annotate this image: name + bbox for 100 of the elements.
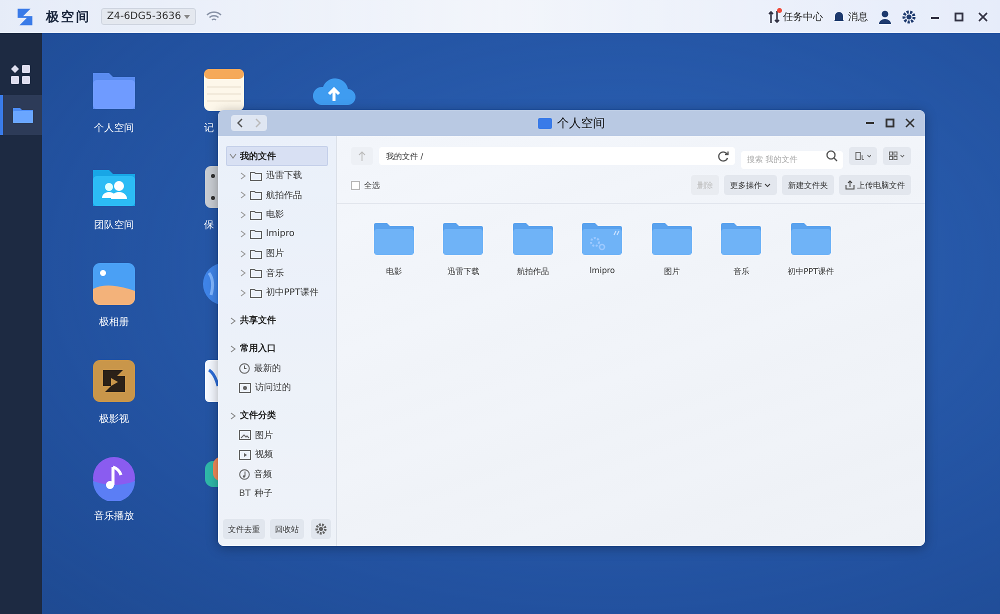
- sidebar-item[interactable]: 电影: [226, 205, 328, 224]
- app-name: 极空间: [46, 8, 91, 26]
- user-icon[interactable]: [878, 10, 892, 24]
- chevron-icon: [230, 412, 236, 420]
- chevron-right-icon: [254, 118, 262, 128]
- folder-icon: [12, 106, 34, 124]
- toolbar-button[interactable]: 新建文件夹: [782, 175, 834, 195]
- chevron-icon: [240, 269, 246, 278]
- search-icon[interactable]: [826, 150, 838, 162]
- chevron-icon: [240, 288, 246, 297]
- sidebar-item[interactable]: BT 种子: [226, 484, 328, 504]
- sidebar-item[interactable]: 图片: [226, 244, 328, 264]
- close-icon[interactable]: [905, 118, 915, 128]
- chevron-left-icon: [236, 118, 244, 128]
- video-icon: [239, 450, 251, 460]
- refresh-icon[interactable]: [718, 150, 729, 162]
- music-disc-icon: [239, 468, 250, 480]
- file-item[interactable]: 图片: [637, 222, 706, 277]
- folder-icon: [250, 210, 262, 220]
- folder-icon: [442, 222, 484, 256]
- folder-icon: [250, 229, 262, 240]
- file-item[interactable]: 航拍作品: [498, 222, 568, 277]
- sidebar-item-label: 最新的: [254, 362, 281, 375]
- arrow-up-icon: [358, 151, 366, 161]
- maximize-icon[interactable]: [954, 12, 964, 22]
- sidebar-item-label: 初中PPT课件: [266, 286, 318, 300]
- clock-icon: [239, 362, 250, 374]
- sidebar-item[interactable]: 视频: [226, 445, 328, 464]
- image-icon: [239, 430, 251, 440]
- sidebar-item[interactable]: 航拍作品: [226, 186, 328, 205]
- bt-icon: BT: [239, 488, 251, 499]
- sidebar-item-label: 种子: [254, 488, 273, 500]
- footer-button[interactable]: 回收站: [270, 519, 304, 539]
- sidebar-section[interactable]: 文件分类: [226, 406, 328, 426]
- select-all-checkbox[interactable]: 全选: [351, 180, 380, 190]
- sidebar-item-label: 图片: [266, 248, 284, 260]
- settings-button[interactable]: [311, 519, 331, 539]
- view-button[interactable]: [883, 147, 911, 165]
- caret-icon: [184, 14, 190, 18]
- task-center-button[interactable]: 任务中心: [768, 10, 823, 24]
- upload-icon: [845, 180, 855, 190]
- search-field[interactable]: 搜索 我的文件: [741, 150, 843, 168]
- settings-icon[interactable]: [902, 10, 916, 24]
- path-text: 我的文件 /: [386, 150, 424, 162]
- file-item[interactable]: 迅雷下载: [428, 222, 498, 277]
- maximize-icon[interactable]: [885, 118, 895, 128]
- close-icon[interactable]: [978, 12, 988, 22]
- notes-app-icon[interactable]: [201, 67, 247, 113]
- photos-app-icon[interactable]: [91, 261, 137, 307]
- sidebar-item[interactable]: 最新的: [226, 358, 328, 378]
- folder-icon: [372, 222, 415, 256]
- sidebar-item[interactable]: 音乐: [226, 264, 328, 283]
- folder-icon: [250, 288, 262, 298]
- sidebar-item[interactable]: 访问过的: [226, 378, 328, 398]
- image-frame-icon: [239, 382, 251, 393]
- toolbar-button[interactable]: 上传电脑文件: [839, 175, 911, 195]
- dock-item[interactable]: [0, 95, 42, 135]
- video-app-icon[interactable]: [91, 358, 137, 404]
- app-label: 音乐播放: [94, 510, 134, 523]
- app-label: 保: [204, 219, 214, 232]
- file-item[interactable]: lmipro: [568, 222, 637, 277]
- folder-icon: [538, 118, 552, 128]
- chevron-icon: [240, 172, 246, 180]
- wifi-icon: [206, 10, 222, 22]
- chevron-icon: [240, 230, 246, 238]
- folder-icon: [250, 268, 262, 278]
- folder-icon: [720, 222, 762, 256]
- sort-button[interactable]: [849, 147, 877, 165]
- apps-icon: [10, 64, 32, 86]
- sidebar-item[interactable]: lmipro: [226, 224, 328, 244]
- path-field[interactable]: 我的文件 /: [379, 147, 735, 165]
- folder-icon: [250, 248, 262, 259]
- file-item[interactable]: 音乐: [706, 222, 776, 277]
- sidebar-item-label: 视频: [255, 448, 273, 462]
- messages-button[interactable]: 消息: [833, 10, 868, 24]
- file-item[interactable]: 电影: [359, 222, 428, 277]
- toolbar-button[interactable]: 更多操作: [724, 175, 777, 195]
- sidebar-item[interactable]: 迅雷下载: [226, 166, 328, 186]
- footer-button[interactable]: 文件去重: [223, 519, 265, 539]
- folder-icon: [650, 222, 693, 256]
- folder-icon: [250, 170, 262, 181]
- app-label: 个人空间: [94, 122, 134, 135]
- sidebar-section[interactable]: 我的文件: [226, 146, 328, 166]
- sidebar-section[interactable]: 共享文件: [226, 310, 328, 330]
- sidebar-item-label: 音乐: [266, 268, 284, 280]
- caret-icon: [764, 182, 771, 188]
- bell-icon: [833, 10, 845, 23]
- grid-view-icon: [889, 151, 905, 161]
- device-selector[interactable]: Z4-6DG5-3636: [101, 8, 196, 25]
- sidebar-item-label: 音频: [254, 468, 272, 481]
- sidebar-item-label: 电影: [266, 208, 284, 222]
- app-label: 极影视: [99, 412, 129, 426]
- sidebar-item[interactable]: 音频: [226, 464, 328, 484]
- file-item[interactable]: 初中PPT课件: [776, 222, 846, 277]
- app-label: 团队空间: [94, 218, 134, 232]
- folder-icon: [512, 222, 554, 256]
- sidebar-item[interactable]: 图片: [226, 426, 328, 445]
- sidebar-section[interactable]: 常用入口: [226, 338, 328, 358]
- music-app-icon[interactable]: [91, 455, 137, 501]
- sidebar-item[interactable]: 初中PPT课件: [226, 283, 328, 302]
